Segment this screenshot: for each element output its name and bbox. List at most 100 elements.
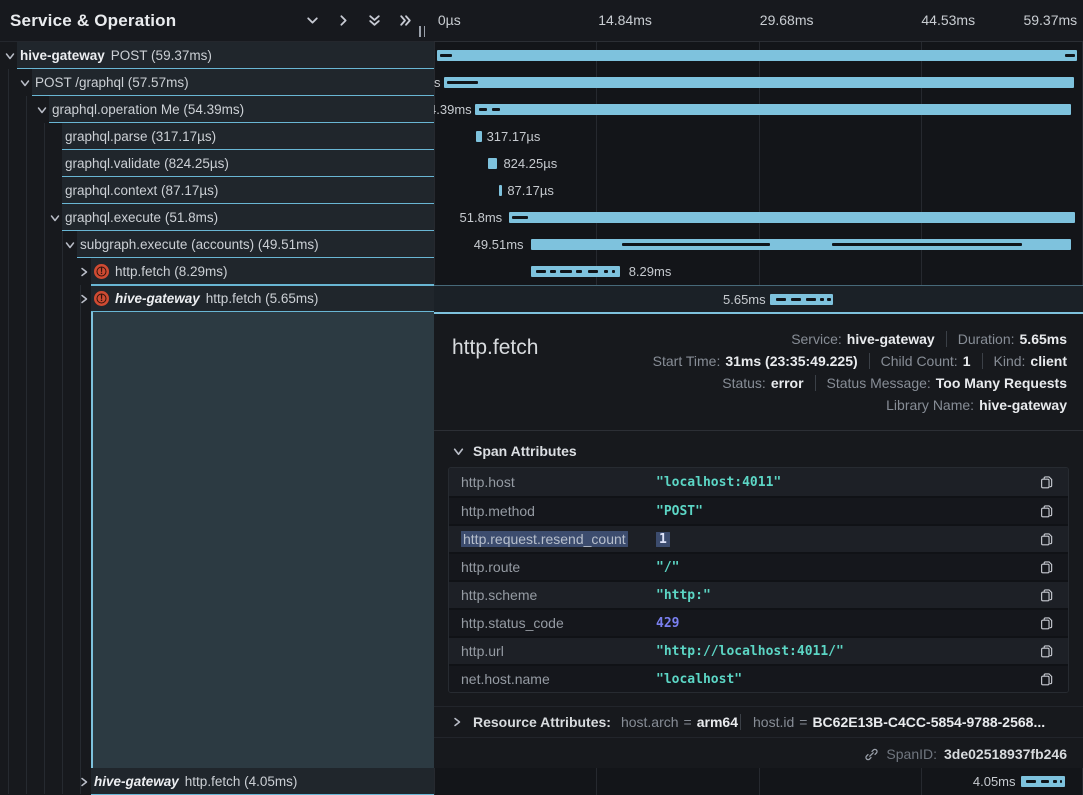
attribute-value: "localhost" <box>656 672 1037 687</box>
tree-chevron-icon[interactable] <box>48 211 61 224</box>
tree-row-content: graphql.execute (51.8ms) <box>62 204 434 231</box>
tree-chevron-icon[interactable] <box>18 76 31 89</box>
meta-value: 31ms (23:35:49.225) <box>725 353 857 369</box>
self-time-mark <box>791 298 801 301</box>
self-time-mark <box>440 54 452 57</box>
span-attributes-title: Span Attributes <box>473 443 577 459</box>
attribute-row[interactable]: http.host "localhost:4011" <box>449 468 1068 496</box>
copy-icon[interactable] <box>1037 642 1056 661</box>
selected-span-highlight <box>91 312 434 768</box>
copy-icon[interactable] <box>1037 502 1056 521</box>
attribute-row[interactable]: http.status_code 429 <box>449 608 1068 636</box>
detail-header: http.fetch Service:hive-gatewayDuration:… <box>434 326 1083 420</box>
tree-row[interactable]: graphql.context (87.17µs) <box>0 177 434 204</box>
span-bar-marks <box>434 231 1083 258</box>
self-time-mark <box>536 270 546 273</box>
attribute-key: http.method <box>461 503 656 519</box>
timeline-row[interactable]: 87.17µs <box>434 177 1083 204</box>
tree-row[interactable]: hive-gateway http.fetch (4.05ms) <box>0 768 434 795</box>
pane-resize-grip[interactable] <box>419 26 425 37</box>
tree-chevron-icon[interactable] <box>63 238 76 251</box>
tree-row[interactable]: graphql.execute (51.8ms) <box>0 204 434 231</box>
tree-row-content: graphql.context (87.17µs) <box>62 177 434 204</box>
span-bar-marks <box>434 69 1083 96</box>
tree-row[interactable]: ! http.fetch (8.29ms) <box>0 258 434 285</box>
copy-icon[interactable] <box>1037 670 1056 689</box>
copy-icon[interactable] <box>1037 614 1056 633</box>
meta-pair: Kind:client <box>982 353 1068 369</box>
attribute-row[interactable]: http.request.resend_count 1 <box>449 524 1068 552</box>
self-time-mark <box>1065 54 1075 57</box>
timeline-row[interactable]: 5.65ms <box>434 285 1083 312</box>
copy-icon[interactable] <box>1037 530 1056 549</box>
tree-row[interactable]: graphql.parse (317.17µs) <box>0 123 434 150</box>
span-duration-label: 317.17µs <box>487 129 541 144</box>
operation-label: graphql.parse (317.17µs) <box>65 129 216 144</box>
timeline-row[interactable]: 51.8ms <box>434 204 1083 231</box>
attribute-value: "http:" <box>656 588 1037 603</box>
attribute-row[interactable]: http.scheme "http:" <box>449 580 1068 608</box>
timeline-row[interactable]: 49.51ms <box>434 231 1083 258</box>
operation-label: graphql.context (87.17µs) <box>65 183 218 198</box>
tree-chevron-icon[interactable] <box>77 775 90 788</box>
tree-row[interactable]: subgraph.execute (accounts) (49.51ms) <box>0 231 434 258</box>
attribute-row[interactable]: http.route "/" <box>449 552 1068 580</box>
timeline-row[interactable]: 317.17µs <box>434 123 1083 150</box>
tree-header-title: Service & Operation <box>10 11 176 31</box>
self-time-mark <box>1053 780 1057 783</box>
tree-header-icons <box>303 0 415 41</box>
timeline-row[interactable]: 54.39ms <box>434 96 1083 123</box>
self-time-mark <box>447 81 478 84</box>
tree-row[interactable]: hive-gateway POST (59.37ms) <box>0 42 434 69</box>
tree-row-content: subgraph.execute (accounts) (49.51ms) <box>77 231 434 258</box>
tree-chevron-icon[interactable] <box>77 265 90 278</box>
meta-label: Status: <box>722 375 766 391</box>
timeline-row[interactable] <box>434 42 1083 69</box>
tree-row[interactable]: graphql.operation Me (54.39ms) <box>0 96 434 123</box>
tree-row[interactable]: POST /graphql (57.57ms) <box>0 69 434 96</box>
operation-label: http.fetch (5.65ms) <box>206 291 319 306</box>
copy-icon[interactable] <box>1037 586 1056 605</box>
self-time-mark <box>832 243 1022 246</box>
resource-attributes-row[interactable]: Resource Attributes: host.arch=arm64host… <box>434 706 1083 738</box>
chevron-right-icon[interactable] <box>334 11 353 30</box>
chevron-down-icon[interactable] <box>303 11 322 30</box>
meta-label: Duration: <box>958 331 1015 347</box>
copy-icon[interactable] <box>1037 558 1056 577</box>
timeline-row[interactable]: 824.25µs <box>434 150 1083 177</box>
attribute-row[interactable]: net.host.name "localhost" <box>449 664 1068 692</box>
tree-chevron-icon[interactable] <box>77 292 90 305</box>
span-title: http.fetch <box>452 328 538 360</box>
self-time-mark <box>622 243 770 246</box>
self-time-mark <box>1026 780 1036 783</box>
tree-chevron-icon[interactable] <box>3 49 16 62</box>
attribute-row[interactable]: http.method "POST" <box>449 496 1068 524</box>
copy-icon[interactable] <box>1037 473 1056 492</box>
span-bar-marks <box>434 42 1083 69</box>
timeline-row[interactable]: 57.57ms <box>434 69 1083 96</box>
resource-pair: host.id=BC62E13B-C4CC-5854-9788-2568... <box>740 714 1045 730</box>
self-time-mark <box>550 270 556 273</box>
tree-row[interactable]: graphql.validate (824.25µs) <box>0 150 434 177</box>
tree-chevron-icon[interactable] <box>35 103 48 116</box>
chevrons-down-icon[interactable] <box>365 11 384 30</box>
tree-row[interactable]: ! hive-gateway http.fetch (5.65ms) <box>0 285 434 312</box>
timeline-row[interactable]: 4.05ms <box>434 768 1083 795</box>
error-icon: ! <box>94 264 109 279</box>
self-time-mark <box>1060 780 1062 783</box>
service-name: hive-gateway <box>20 48 105 63</box>
resource-pairs: host.arch=arm64host.id=BC62E13B-C4CC-585… <box>621 714 1045 730</box>
span-attributes-header[interactable]: Span Attributes <box>434 437 1083 467</box>
error-icon: ! <box>94 291 109 306</box>
timeline-rows: 57.57ms 54.39ms 317.17µs <box>434 42 1083 312</box>
attribute-row[interactable]: http.url "http://localhost:4011/" <box>449 636 1068 664</box>
chevrons-right-icon[interactable] <box>396 11 415 30</box>
timeline-row[interactable]: 8.29ms <box>434 258 1083 285</box>
timeline-pane: 0µs14.84ms29.68ms44.53ms59.37ms 57. <box>434 0 1083 795</box>
attribute-value: "POST" <box>656 504 1037 519</box>
meta-label: Service: <box>791 331 842 347</box>
span-duration-label: 54.39ms <box>434 102 472 117</box>
meta-value: client <box>1030 353 1067 369</box>
meta-line: Library Name:hive-gateway <box>653 394 1067 416</box>
meta-label: Kind: <box>994 353 1026 369</box>
